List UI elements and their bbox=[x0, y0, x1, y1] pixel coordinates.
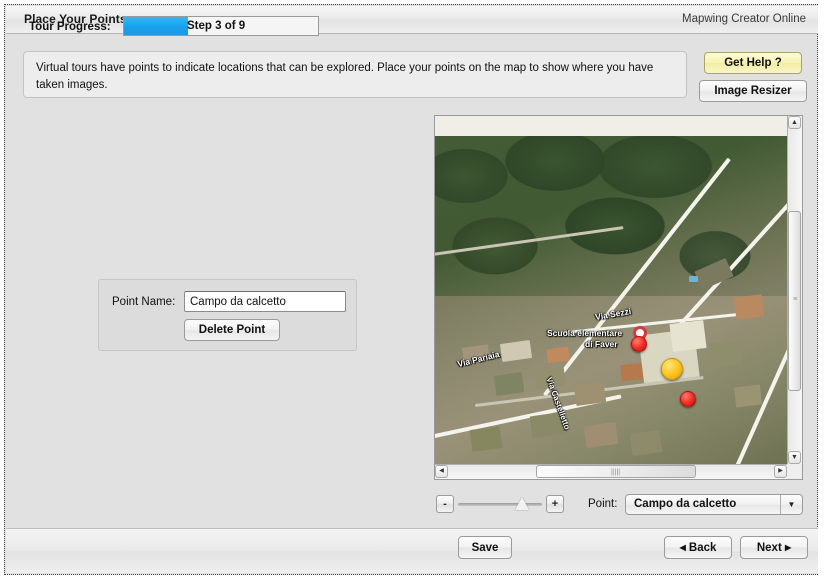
map-panel: Via Sezzi Scuola elementare di Faver Via… bbox=[434, 115, 803, 480]
building-cluster-a bbox=[461, 344, 491, 365]
point-select-value: Campo da calcetto bbox=[634, 498, 737, 510]
scroll-up-button[interactable]: ▲ bbox=[788, 116, 801, 129]
application-window: Place Your Points Mapwing Creator Online… bbox=[4, 4, 818, 575]
image-resizer-button[interactable]: Image Resizer bbox=[699, 80, 807, 102]
chevron-up-icon: ▲ bbox=[791, 119, 798, 126]
marker-red-2[interactable] bbox=[680, 391, 696, 407]
building-cluster-d bbox=[533, 366, 567, 390]
back-button-label: Back bbox=[688, 541, 717, 554]
scroll-left-button[interactable]: ◀ bbox=[435, 465, 448, 478]
building-right-d bbox=[733, 384, 763, 408]
instructions-panel: Virtual tours have points to indicate lo… bbox=[23, 51, 687, 98]
point-name-label: Point Name: bbox=[112, 296, 176, 308]
map-viewport[interactable]: Via Sezzi Scuola elementare di Faver Via… bbox=[435, 116, 787, 464]
point-select-dropdown[interactable]: Campo da calcetto ▼ bbox=[625, 494, 803, 515]
scrollbar-corner bbox=[787, 464, 802, 479]
next-button[interactable]: Next ▶ bbox=[740, 536, 808, 559]
building-school-wing bbox=[669, 320, 707, 352]
point-select-label: Point: bbox=[588, 498, 618, 510]
map-horizontal-scrollbar[interactable]: ◀ ||||| ▶ bbox=[435, 464, 787, 479]
tour-progress-label: Tour Progress: bbox=[29, 21, 111, 33]
building-cluster-f bbox=[529, 411, 567, 439]
zoom-out-button[interactable]: - bbox=[436, 495, 454, 513]
tour-progress-text: Step 3 of 9 bbox=[187, 20, 246, 32]
marker-selected[interactable] bbox=[661, 358, 683, 380]
building-right-b bbox=[733, 294, 765, 320]
pool-blue bbox=[689, 276, 698, 282]
point-properties-panel: Point Name: Delete Point bbox=[98, 279, 357, 351]
chevron-left-icon: ◀ bbox=[439, 468, 444, 474]
scroll-grip-icon: ≡ bbox=[793, 296, 798, 303]
tour-progress-fill bbox=[124, 17, 189, 35]
delete-point-button[interactable]: Delete Point bbox=[184, 319, 280, 341]
tour-progress-bar: Step 3 of 9 bbox=[123, 16, 319, 36]
save-button[interactable]: Save bbox=[458, 536, 512, 559]
building-cluster-e bbox=[573, 382, 607, 406]
scroll-down-button[interactable]: ▼ bbox=[788, 451, 801, 464]
building-cluster-g bbox=[583, 421, 619, 449]
chevron-right-icon: ▶ bbox=[784, 542, 792, 552]
next-button-label: Next bbox=[756, 541, 782, 554]
instructions-text: Virtual tours have points to indicate lo… bbox=[36, 62, 654, 91]
horizontal-scroll-thumb[interactable]: ||||| bbox=[536, 465, 696, 478]
building-lower-b bbox=[629, 430, 663, 456]
marker-red-1[interactable] bbox=[631, 336, 647, 352]
back-button[interactable]: ◀ Back bbox=[664, 536, 732, 559]
building-lower-a bbox=[469, 426, 503, 452]
zoom-slider-track[interactable] bbox=[458, 503, 542, 506]
scroll-grip-icon: ||||| bbox=[611, 469, 621, 476]
chevron-down-icon: ▼ bbox=[791, 454, 798, 461]
point-name-input[interactable] bbox=[184, 291, 346, 312]
road-dirt-upper bbox=[435, 226, 624, 257]
building-cluster-c bbox=[493, 372, 525, 396]
scroll-right-button[interactable]: ▶ bbox=[774, 465, 787, 478]
map-top-margin bbox=[435, 116, 787, 136]
get-help-button[interactable]: Get Help ? bbox=[704, 52, 802, 74]
satellite-imagery[interactable]: Via Sezzi Scuola elementare di Faver Via… bbox=[435, 136, 787, 464]
chevron-left-icon: ◀ bbox=[679, 542, 686, 552]
building-right-a bbox=[709, 340, 743, 368]
map-vertical-scrollbar[interactable]: ▲ ≡ ▼ bbox=[787, 116, 802, 464]
zoom-in-button[interactable]: + bbox=[546, 495, 564, 513]
brand-label: Mapwing Creator Online bbox=[681, 13, 806, 25]
vertical-scroll-thumb[interactable]: ≡ bbox=[788, 211, 801, 391]
chevron-right-icon: ▶ bbox=[778, 468, 783, 474]
zoom-slider-handle[interactable] bbox=[515, 497, 529, 510]
chevron-down-icon[interactable]: ▼ bbox=[780, 495, 802, 514]
